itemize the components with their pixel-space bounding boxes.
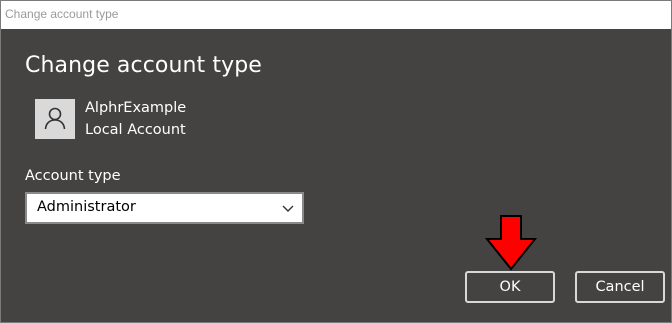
title-bar: Change account type [1,1,671,29]
account-type-label: Account type [25,168,121,184]
account-type-selected-value: Administrator [37,199,136,215]
ok-button[interactable]: OK [465,271,555,303]
user-name: AlphrExample [85,100,187,116]
window-title: Change account type [5,7,119,21]
dialog-heading: Change account type [25,53,262,78]
account-type-dropdown[interactable]: Administrator [25,192,304,224]
user-account-kind: Local Account [85,122,186,138]
chevron-down-icon [282,205,294,212]
cancel-button[interactable]: Cancel [575,271,665,303]
change-account-type-window: Change account type Change account type … [0,0,672,323]
person-icon [35,99,75,139]
red-arrow-down-icon [485,215,537,271]
